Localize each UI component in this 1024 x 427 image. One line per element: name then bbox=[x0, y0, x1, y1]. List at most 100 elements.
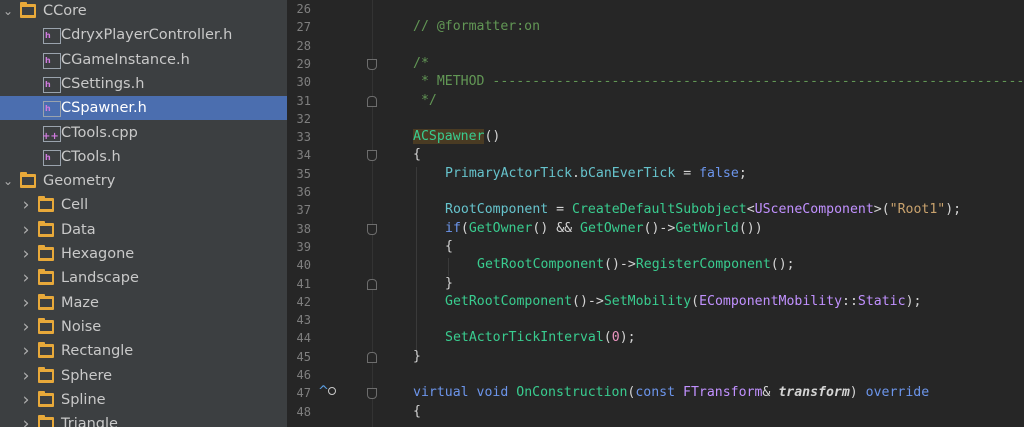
tree-file[interactable]: h CSettings.h bbox=[0, 72, 287, 96]
code-line[interactable]: { bbox=[445, 238, 453, 256]
code-line[interactable]: // @formatter:on bbox=[413, 18, 540, 36]
code-token: GetOwner bbox=[468, 220, 533, 236]
code-token: :: bbox=[842, 293, 858, 309]
chevron-right-icon[interactable]: › bbox=[20, 388, 32, 412]
implementation-marker-icon[interactable] bbox=[328, 387, 336, 396]
code-line[interactable]: */ bbox=[413, 92, 437, 110]
fold-marker-icon[interactable] bbox=[367, 388, 377, 400]
fold-marker-icon[interactable] bbox=[367, 95, 377, 107]
code-line[interactable]: { bbox=[413, 403, 421, 421]
chevron-right-icon[interactable]: › bbox=[20, 291, 32, 315]
code-token: bCanEverTick bbox=[580, 165, 676, 181]
tree-folder[interactable]: › Data bbox=[0, 218, 287, 242]
code-token: (); bbox=[770, 257, 795, 273]
fold-marker-icon[interactable] bbox=[367, 223, 377, 235]
code-token: . bbox=[572, 165, 580, 181]
gutter-line: 38 bbox=[287, 220, 385, 238]
gutter-line: 42 bbox=[287, 293, 385, 311]
tree-file[interactable]: h CdryxPlayerController.h bbox=[0, 23, 287, 47]
source-file-icon: ++ bbox=[42, 125, 61, 142]
file-kind-glyph: h bbox=[45, 31, 51, 41]
code-token: ()-> bbox=[643, 220, 676, 236]
chevron-right-icon[interactable]: › bbox=[20, 339, 32, 363]
code-line[interactable]: virtual void OnConstruction(const FTrans… bbox=[413, 384, 929, 402]
code-line[interactable]: PrimaryActorTick.bCanEverTick = false; bbox=[445, 165, 747, 183]
code-line[interactable]: /* bbox=[413, 55, 429, 73]
code-token: "Root1" bbox=[889, 202, 946, 218]
tree-item-label: CTools.cpp bbox=[61, 124, 138, 141]
code-line[interactable]: if(GetOwner() && GetOwner()->GetWorld()) bbox=[445, 220, 763, 238]
folder-icon bbox=[20, 172, 36, 189]
chevron-right-icon[interactable]: › bbox=[20, 266, 32, 290]
line-number: 42 bbox=[296, 294, 311, 309]
file-kind-glyph: ++ bbox=[42, 130, 59, 142]
code-line[interactable]: SetActorTickInterval(0); bbox=[445, 329, 636, 347]
tree-item-label: Geometry bbox=[43, 173, 116, 190]
chevron-right-icon[interactable]: › bbox=[20, 364, 32, 388]
tree-folder[interactable]: › Triangle bbox=[0, 412, 287, 427]
code-token: { bbox=[413, 403, 421, 419]
code-token: () && bbox=[532, 220, 581, 236]
chevron-right-icon[interactable]: › bbox=[20, 218, 32, 242]
code-line[interactable]: GetRootComponent()->RegisterComponent(); bbox=[477, 256, 795, 274]
chevron-right-icon[interactable]: › bbox=[20, 412, 32, 427]
header-file-icon: h bbox=[43, 149, 61, 166]
tree-file[interactable]: h CSpawner.h bbox=[0, 96, 287, 121]
code-line[interactable]: ACSpawner() bbox=[413, 128, 500, 146]
code-line[interactable]: } bbox=[413, 348, 421, 366]
chevron-right-icon[interactable]: › bbox=[20, 242, 32, 266]
tree-file[interactable]: h CTools.h bbox=[0, 145, 287, 169]
project-explorer: ⌄ CCore h CdryxPlayerController.h h CGameInst… bbox=[0, 0, 287, 427]
gutter-line: 44 bbox=[287, 329, 385, 347]
gutter-line: 28 bbox=[287, 37, 385, 55]
tree-folder[interactable]: › Landscape bbox=[0, 266, 287, 290]
fold-marker-icon[interactable] bbox=[367, 150, 377, 162]
tree-folder[interactable]: ⌄ Geometry bbox=[0, 169, 287, 193]
tree-file[interactable]: h CGameInstance.h bbox=[0, 48, 287, 72]
gutter-line: 31 bbox=[287, 92, 385, 110]
code-line[interactable]: RootComponent = CreateDefaultSubobject<U… bbox=[445, 201, 961, 219]
gutter-line: 45 bbox=[287, 348, 385, 366]
tree-folder[interactable]: › Noise bbox=[0, 315, 287, 339]
fold-marker-icon[interactable] bbox=[367, 351, 377, 363]
tree-folder[interactable]: › Sphere bbox=[0, 364, 287, 388]
code-line[interactable]: * METHOD -------------------------------… bbox=[413, 73, 1024, 91]
code-token: ; bbox=[738, 165, 747, 181]
indent-guide bbox=[416, 166, 417, 350]
chevron-right-icon[interactable]: › bbox=[20, 315, 32, 339]
folder-icon bbox=[38, 390, 54, 407]
chevron-right-icon[interactable]: › bbox=[20, 193, 32, 217]
tree-item-label: Spline bbox=[61, 391, 106, 408]
gutter-line: 36 bbox=[287, 183, 385, 201]
folder-icon bbox=[38, 366, 54, 383]
tree-file[interactable]: ++ CTools.cpp bbox=[0, 121, 287, 145]
code-token: transform bbox=[778, 385, 850, 401]
code-line[interactable]: { bbox=[413, 146, 421, 164]
code-token: ); bbox=[945, 202, 962, 218]
tree-folder[interactable]: › Maze bbox=[0, 291, 287, 315]
code-editor[interactable]: // @formatter:on /* * METHOD ------------… bbox=[385, 0, 1024, 427]
code-token: ( bbox=[460, 220, 469, 236]
tree-folder[interactable]: › Hexagone bbox=[0, 242, 287, 266]
code-token: GetRootComponent bbox=[445, 293, 573, 309]
tree-item-label: CSettings.h bbox=[61, 75, 145, 92]
fold-marker-icon[interactable] bbox=[367, 58, 377, 70]
line-number: 44 bbox=[296, 331, 311, 346]
line-number: 41 bbox=[296, 276, 311, 291]
tree-folder[interactable]: ⌄ CCore bbox=[0, 0, 287, 23]
line-number: 31 bbox=[296, 93, 311, 108]
tree-folder[interactable]: › Cell bbox=[0, 193, 287, 217]
code-token: } bbox=[413, 348, 421, 364]
tree-folder[interactable]: › Spline bbox=[0, 388, 287, 412]
gutter-line: 29 bbox=[287, 55, 385, 73]
line-number: 29 bbox=[296, 56, 311, 71]
chevron-down-icon[interactable]: ⌄ bbox=[2, 169, 14, 193]
code-line[interactable]: GetRootComponent()->SetMobility(ECompone… bbox=[445, 293, 921, 311]
code-token: ) bbox=[849, 385, 866, 401]
code-line[interactable]: } bbox=[445, 275, 453, 293]
fold-marker-icon[interactable] bbox=[367, 278, 377, 290]
tree-folder[interactable]: › Rectangle bbox=[0, 339, 287, 363]
gutter-line: 39 bbox=[287, 238, 385, 256]
chevron-down-icon[interactable]: ⌄ bbox=[2, 0, 14, 23]
code-token: FTransform bbox=[683, 385, 763, 401]
